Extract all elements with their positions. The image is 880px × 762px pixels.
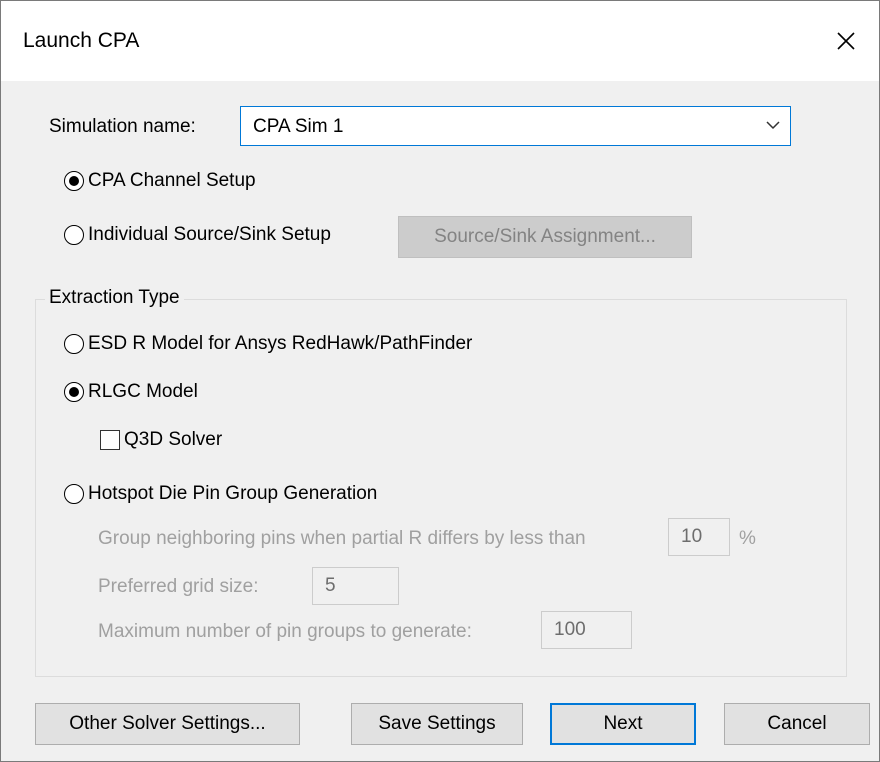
simulation-name-label: Simulation name: <box>49 116 196 137</box>
grid-size-input[interactable]: 5 <box>312 567 399 605</box>
next-button[interactable]: Next <box>550 703 696 745</box>
hotspot-die-pin-radio[interactable]: Hotspot Die Pin Group Generation <box>64 483 377 505</box>
hotspot-die-pin-label: Hotspot Die Pin Group Generation <box>88 483 378 504</box>
rlgc-model-label: RLGC Model <box>88 381 198 402</box>
source-sink-assignment-button[interactable]: Source/Sink Assignment... <box>398 216 692 258</box>
max-groups-label: Maximum number of pin groups to generate… <box>98 621 472 642</box>
dialog-title: Launch CPA <box>23 29 140 52</box>
radio-selected-icon <box>64 382 84 402</box>
save-settings-button[interactable]: Save Settings <box>351 703 523 745</box>
radio-selected-icon <box>64 171 84 191</box>
radio-unselected-icon <box>64 334 84 354</box>
q3d-solver-checkbox[interactable]: Q3D Solver <box>100 429 222 451</box>
simulation-name-value: CPA Sim 1 <box>253 116 344 137</box>
grid-size-label: Preferred grid size: <box>98 576 259 597</box>
group-neighbor-input[interactable]: 10 <box>668 518 730 556</box>
radio-unselected-icon <box>64 484 84 504</box>
max-groups-input[interactable]: 100 <box>541 611 632 649</box>
simulation-name-combobox[interactable]: CPA Sim 1 <box>240 106 791 146</box>
cancel-button[interactable]: Cancel <box>724 703 870 745</box>
launch-cpa-dialog: Launch CPA Simulation name: CPA Sim 1 CP… <box>0 0 880 762</box>
esd-r-model-label: ESD R Model for Ansys RedHawk/PathFinder <box>88 333 473 354</box>
other-solver-settings-button[interactable]: Other Solver Settings... <box>35 703 300 745</box>
close-button[interactable] <box>813 1 879 81</box>
rlgc-model-radio[interactable]: RLGC Model <box>64 381 198 403</box>
title-bar: Launch CPA <box>1 1 879 81</box>
cpa-channel-setup-radio[interactable]: CPA Channel Setup <box>64 170 256 192</box>
close-icon <box>837 32 855 50</box>
chevron-down-icon <box>766 121 780 130</box>
individual-source-sink-label: Individual Source/Sink Setup <box>88 224 331 245</box>
extraction-type-title: Extraction Type <box>45 287 184 309</box>
percent-unit-label: % <box>739 528 756 549</box>
esd-r-model-radio[interactable]: ESD R Model for Ansys RedHawk/PathFinder <box>64 333 472 355</box>
checkbox-unchecked-icon <box>100 430 120 450</box>
group-neighbor-label: Group neighboring pins when partial R di… <box>98 528 586 549</box>
q3d-solver-label: Q3D Solver <box>124 429 223 450</box>
radio-unselected-icon <box>64 225 84 245</box>
cpa-channel-setup-label: CPA Channel Setup <box>88 170 256 191</box>
individual-source-sink-radio[interactable]: Individual Source/Sink Setup <box>64 224 331 246</box>
